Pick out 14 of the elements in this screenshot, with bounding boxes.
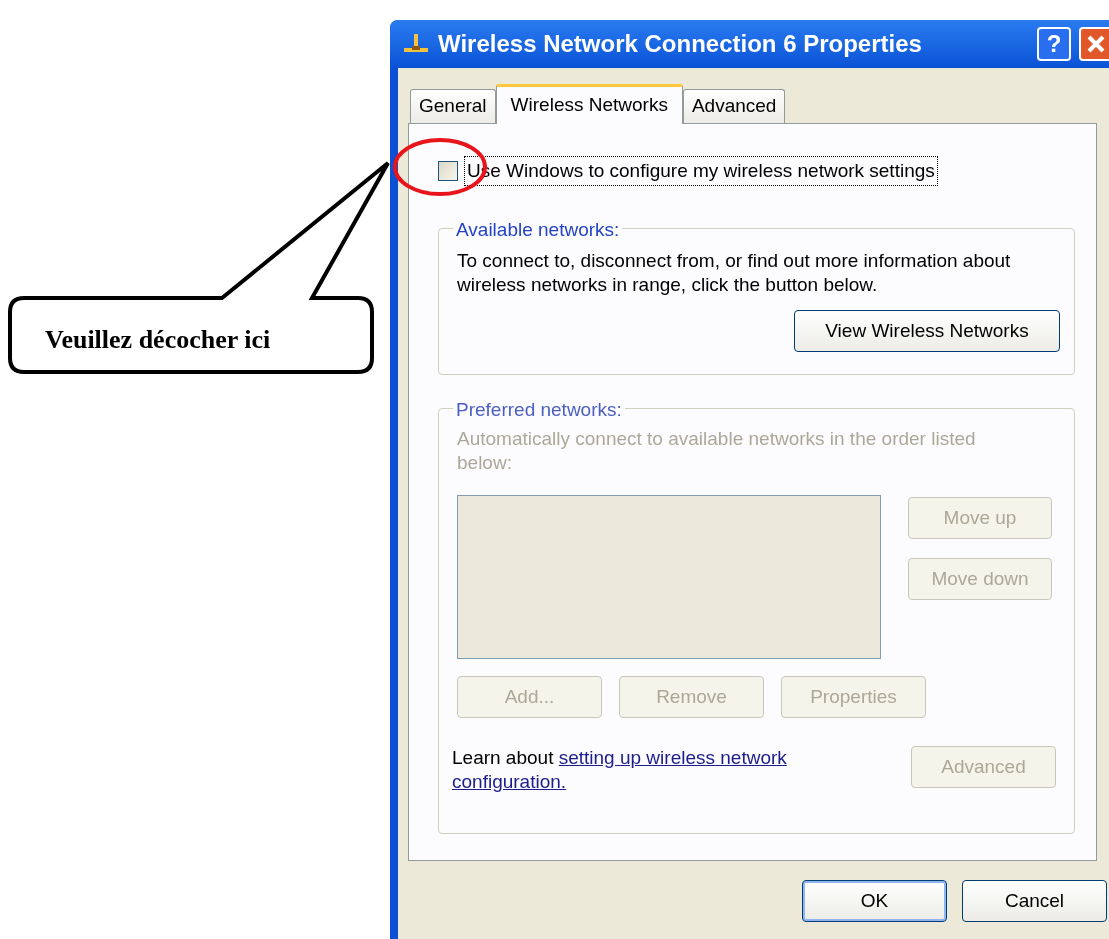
- window-title: Wireless Network Connection 6 Properties: [438, 29, 923, 59]
- description-text: Automatically connect to available networks in the order listed below:: [457, 427, 977, 475]
- callout-text: Veuillez décocher ici: [45, 324, 271, 356]
- button[interactable]: Cancel: [962, 880, 1107, 922]
- description-text: To connect to, disconnect from, or find out more information about wireless networks in range, click the button below.: [457, 249, 1012, 297]
- button[interactable]: View Wireless Networks: [794, 310, 1060, 352]
- tab[interactable]: Wireless Networks: [495, 84, 683, 124]
- close-icon: [1086, 34, 1106, 54]
- help-button[interactable]: ?: [1037, 27, 1071, 61]
- checkbox[interactable]: [438, 161, 458, 181]
- button[interactable]: OK: [802, 880, 947, 922]
- close-button[interactable]: [1079, 27, 1109, 61]
- tab[interactable]: Advanced: [682, 89, 786, 123]
- tab[interactable]: General: [410, 89, 496, 123]
